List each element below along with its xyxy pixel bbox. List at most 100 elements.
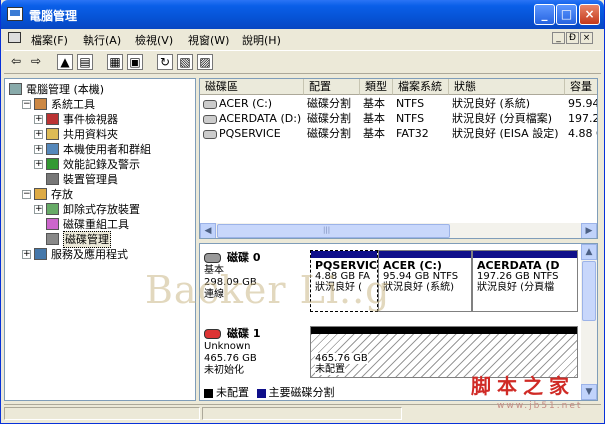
menu-action[interactable]: 執行(A): [83, 32, 121, 48]
close-button[interactable]: ×: [579, 4, 600, 25]
table-cell: 基本: [363, 126, 385, 141]
collapse-icon[interactable]: −: [22, 100, 31, 109]
tree-node-icon: [9, 83, 22, 95]
scroll-left-icon[interactable]: ◀: [200, 223, 216, 238]
cell-text: 磁碟分割: [307, 127, 351, 140]
computer-management-window: 電腦管理 _ □ × 檔案(F) 執行(A) 檢視(V) 視窗(W) 說明(H)…: [0, 0, 605, 424]
forward-arrow-icon[interactable]: ⇨: [28, 54, 44, 70]
show-tree-icon[interactable]: ▤: [77, 54, 93, 70]
up-folder-icon[interactable]: ▲: [57, 54, 73, 70]
menu-window[interactable]: 視窗(W): [188, 32, 229, 48]
vertical-scrollbar[interactable]: ▲ ▼: [581, 244, 597, 400]
volume-list: 磁碟區 配置 類型 檔案系統 狀態 容量 ACER (C:) 磁碟分割 基本 NTFS…: [199, 78, 598, 239]
expand-icon[interactable]: +: [34, 160, 43, 169]
column-header-capacity[interactable]: 容量: [565, 79, 597, 95]
expand-icon[interactable]: +: [34, 115, 43, 124]
tree-node-icon: [46, 158, 59, 170]
table-cell: 狀況良好 (分頁檔案): [452, 111, 552, 126]
menu-help[interactable]: 說明(H): [242, 32, 281, 48]
table-cell: 基本: [363, 96, 385, 111]
cell-text: 磁碟分割: [307, 112, 351, 125]
legend-swatch-unallocated: [204, 388, 213, 398]
tree-item[interactable]: + 卸除式存放裝置: [5, 202, 191, 217]
scroll-up-icon[interactable]: ▲: [581, 244, 597, 260]
cell-text: 狀況良好 (系統): [452, 97, 531, 110]
menu-file[interactable]: 檔案(F): [31, 32, 68, 48]
computer-management-icon: [7, 7, 23, 21]
drive-icon: [203, 114, 217, 124]
tree-item[interactable]: − 存放: [5, 187, 191, 202]
minimize-button[interactable]: _: [534, 4, 555, 25]
table-cell: 狀況良好 (系統): [452, 96, 530, 111]
tree-item-label: 卸除式存放裝置: [63, 203, 140, 216]
expand-icon[interactable]: +: [22, 250, 31, 259]
cell-text: 基本: [363, 127, 385, 140]
cell-text: ACERDATA (D:): [219, 112, 302, 125]
tree-item-label: 裝置管理員: [63, 173, 118, 186]
tree-node-icon: [34, 98, 47, 110]
child-restore-button[interactable]: Ð: [566, 32, 579, 44]
expand-icon[interactable]: +: [34, 130, 43, 139]
tree-item-label: 磁碟管理: [63, 231, 111, 248]
back-arrow-icon[interactable]: ⇦: [8, 54, 24, 70]
cell-text: 95.94: [568, 97, 598, 110]
cell-text: 狀況良好 (EISA 設定): [452, 127, 559, 140]
window-title: 電腦管理: [29, 9, 78, 23]
tree-item[interactable]: + 效能記錄及警示: [5, 157, 191, 172]
tree-item[interactable]: + 事件檢視器: [5, 112, 191, 127]
toolbar: ⇦ ⇨ ▲ ▤ ▦ ▣ ↻ ▧ ▨: [4, 50, 601, 74]
disk-0-label[interactable]: 磁碟 0 基本 298.09 GB 連線: [204, 252, 304, 301]
child-minimize-button[interactable]: _: [552, 32, 565, 44]
maximize-button[interactable]: □: [556, 4, 577, 25]
help-icon[interactable]: ▣: [127, 54, 143, 70]
column-header-volume[interactable]: 磁碟區: [200, 79, 304, 95]
partition-pqservice[interactable]: PQSERVIC 4.88 GB FA 狀況良好 (: [310, 250, 378, 312]
title-bar[interactable]: 電腦管理 _ □ ×: [1, 0, 604, 29]
vertical-scroll-thumb[interactable]: [582, 261, 596, 321]
cell-text: NTFS: [396, 112, 425, 125]
cell-text: NTFS: [396, 97, 425, 110]
export-list-icon[interactable]: ▧: [177, 54, 193, 70]
table-cell: 4.88 G: [568, 126, 597, 141]
column-header-layout[interactable]: 配置: [304, 79, 360, 95]
partition-acerdata-d[interactable]: ACERDATA (D 197.26 GB NTFS 狀況良好 (分頁檔: [472, 250, 578, 312]
tree-item[interactable]: + 本機使用者和群組: [5, 142, 191, 157]
scroll-thumb[interactable]: |||: [217, 224, 450, 238]
cell-text: 磁碟分割: [307, 97, 351, 110]
tree-node-icon: [46, 203, 59, 215]
scroll-right-icon[interactable]: ▶: [581, 223, 597, 238]
tree-item-label: 存放: [51, 188, 73, 201]
refresh-icon[interactable]: ↻: [157, 54, 173, 70]
table-cell: FAT32: [396, 126, 429, 141]
cell-text: 基本: [363, 112, 385, 125]
column-header-status[interactable]: 狀態: [449, 79, 565, 95]
tree-item[interactable]: + 服務及應用程式: [5, 247, 191, 262]
tree-item[interactable]: 裝置管理員: [5, 172, 191, 187]
mdi-child-icon[interactable]: [8, 32, 21, 43]
properties-icon[interactable]: ▦: [107, 54, 123, 70]
tree-node-icon: [46, 218, 59, 230]
partition-acer-c[interactable]: ACER (C:) 95.94 GB NTFS 狀況良好 (系統): [378, 250, 472, 312]
expand-icon[interactable]: +: [34, 205, 43, 214]
table-cell: 磁碟分割: [307, 111, 351, 126]
tree-item[interactable]: 磁碟重組工具: [5, 217, 191, 232]
disk-1-label[interactable]: 磁碟 1 Unknown 465.76 GB 未初始化: [204, 328, 304, 377]
expand-icon[interactable]: +: [34, 145, 43, 154]
scroll-down-icon[interactable]: ▼: [581, 384, 597, 400]
column-header-filesystem[interactable]: 檔案系統: [393, 79, 449, 95]
child-close-button[interactable]: ×: [580, 32, 593, 44]
tree-item[interactable]: 磁碟管理: [5, 231, 191, 248]
table-cell: 狀況良好 (EISA 設定): [452, 126, 558, 141]
table-cell: ACER (C:): [203, 96, 272, 111]
tree-item[interactable]: − 系統工具: [5, 97, 191, 112]
tree-item[interactable]: 電腦管理 (本機): [5, 82, 191, 97]
horizontal-scrollbar[interactable]: ◀ ||| ▶: [200, 223, 597, 238]
settings-icon[interactable]: ▨: [197, 54, 213, 70]
column-header-type[interactable]: 類型: [360, 79, 393, 95]
tree-node-icon: [46, 113, 59, 125]
site-watermark: 脚本之家: [471, 374, 575, 398]
tree-node-icon: [46, 173, 59, 185]
collapse-icon[interactable]: −: [22, 190, 31, 199]
menu-view[interactable]: 檢視(V): [135, 32, 173, 48]
tree-item[interactable]: + 共用資料夾: [5, 127, 191, 142]
